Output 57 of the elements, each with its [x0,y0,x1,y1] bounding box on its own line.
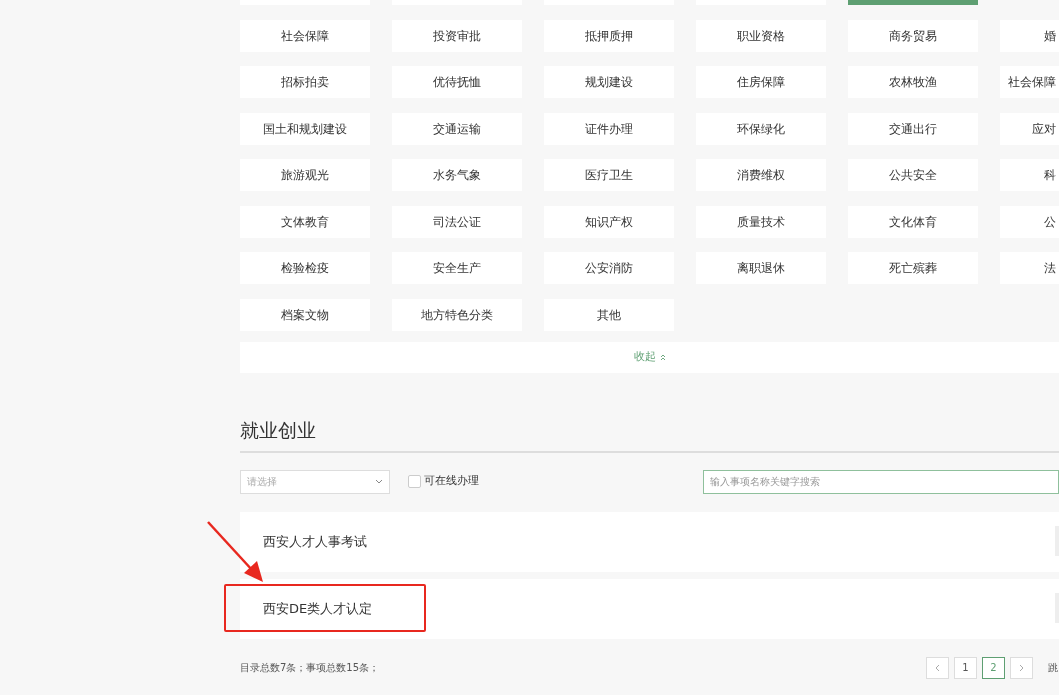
category-tile[interactable]: 交通出行 [848,112,978,145]
chevron-left-icon[interactable] [935,663,940,672]
category-tile[interactable]: 文化体育 [848,205,978,238]
category-tile[interactable]: 旅游观光 [240,159,370,191]
select-placeholder: 请选择 [247,475,277,489]
category-tile[interactable]: 安全生产 [392,252,522,284]
checkbox-label[interactable]: 可在线办理 [424,473,479,490]
chevron-up-icon[interactable] [659,354,666,361]
arrow-icon [207,520,265,583]
section-title: 就业创业 [240,416,1059,453]
category-tile[interactable]: 应对 [1000,112,1059,145]
category-tile[interactable]: 科 [1000,159,1059,191]
category-tile[interactable]: 质量技术 [696,205,826,238]
summary-text: 目录总数7条；事项总数15条； [240,661,380,675]
next-page-button[interactable] [1010,656,1033,679]
category-tile[interactable]: 其他 [544,298,674,331]
category-tile[interactable]: 法 [1000,252,1059,284]
category-tile[interactable]: 检验检疫 [240,252,370,284]
category-tile[interactable]: 招标拍卖 [240,66,370,98]
chevron-right-icon[interactable] [1019,663,1024,672]
category-tile[interactable]: 投资审批 [392,19,522,52]
category-tile[interactable]: 婚 [1000,19,1059,52]
page-button[interactable]: 1 [954,656,977,679]
category-tile[interactable]: 抵押质押 [544,19,674,52]
checkbox[interactable] [408,475,421,488]
category-tile[interactable]: 离职退休 [696,252,826,284]
category-tile[interactable]: 公安消防 [544,252,674,284]
category-tile[interactable]: 水务气象 [392,159,522,191]
category-tile[interactable]: 优待抚恤 [392,66,522,98]
category-tile[interactable]: 档案文物 [240,298,370,331]
category-tile[interactable]: 商务贸易 [848,19,978,52]
chevron-down-icon[interactable] [375,479,383,484]
category-tile[interactable]: 司法公证 [392,205,522,238]
category-tile[interactable]: 住房保障 [696,66,826,98]
category-tile[interactable]: 消费维权 [696,159,826,191]
category-tile[interactable]: 社会保障 [1000,66,1059,98]
item-link[interactable]: 西安人才人事考试 [263,531,367,552]
category-tile[interactable]: 农林牧渔 [848,66,978,98]
category-tile[interactable]: 社会保障 [240,19,370,52]
category-tile[interactable]: 文体教育 [240,205,370,238]
category-tile[interactable]: 交通运输 [392,112,522,145]
category-tile[interactable]: 证件办理 [544,112,674,145]
search-field[interactable]: 输入事项名称关键字搜索 [703,469,1059,494]
category-tile[interactable]: 国土和规划建设 [240,112,370,145]
category-tile[interactable]: 地方特色分类 [392,298,522,331]
category-tile[interactable]: 知识产权 [544,205,674,238]
category-tile[interactable]: 医疗卫生 [544,159,674,191]
category-tile[interactable]: 规划建设 [544,66,674,98]
category-tile[interactable] [848,0,978,5]
category-tile[interactable]: 环保绿化 [696,112,826,145]
prev-page-button[interactable] [926,656,949,679]
category-tile[interactable]: 公 [1000,205,1059,238]
jump-label: 跳 [1048,661,1058,675]
category-tile[interactable]: 公共安全 [848,159,978,191]
category-tile[interactable]: 职业资格 [696,19,826,52]
item-link[interactable]: 西安DE类人才认定 [263,598,373,619]
category-tile[interactable]: 死亡殡葬 [848,252,978,284]
